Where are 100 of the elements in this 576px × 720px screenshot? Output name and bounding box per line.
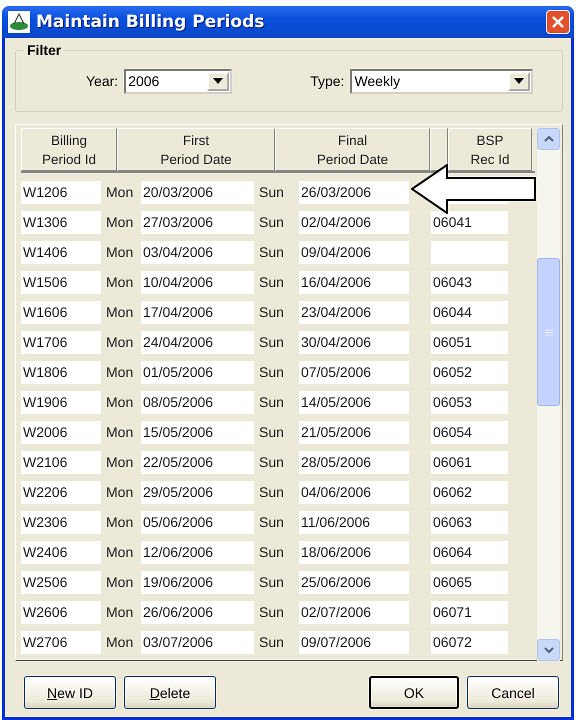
- date-field[interactable]: 08/05/2006: [141, 390, 254, 414]
- rec-id-field[interactable]: 06062: [431, 480, 508, 504]
- id-field[interactable]: W1406: [21, 240, 101, 264]
- date-field[interactable]: 02/07/2006: [299, 600, 409, 624]
- rec-id-field[interactable]: 06054: [431, 420, 508, 444]
- id-field[interactable]: W2106: [21, 450, 101, 474]
- date-field[interactable]: 28/05/2006: [299, 450, 409, 474]
- column-header[interactable]: Billing Period Id: [21, 128, 117, 171]
- date-field[interactable]: 19/06/2006: [141, 570, 254, 594]
- default-button[interactable]: OK: [369, 676, 459, 709]
- field-label: Year:: [86, 73, 118, 89]
- id-field[interactable]: W2306: [21, 510, 101, 534]
- date-field[interactable]: 07/05/2006: [299, 360, 409, 384]
- date-field[interactable]: 25/06/2006: [299, 570, 409, 594]
- date-field[interactable]: 01/05/2006: [141, 360, 254, 384]
- scroll-thumb[interactable]: [537, 258, 560, 406]
- date-field[interactable]: 02/04/2006: [299, 210, 409, 234]
- rec-id-field[interactable]: 06061: [431, 450, 508, 474]
- column-header[interactable]: First Period Date: [117, 128, 275, 171]
- id-field[interactable]: W1506: [21, 270, 101, 294]
- date-field[interactable]: 22/05/2006: [141, 450, 254, 474]
- date-field[interactable]: 04/06/2006: [299, 480, 409, 504]
- id-field[interactable]: W1206: [21, 180, 101, 204]
- rec-id-field[interactable]: 06041: [431, 210, 508, 234]
- day-label: Sun: [258, 544, 285, 560]
- day-label: Sun: [258, 244, 285, 260]
- rec-id-field[interactable]: 06071: [431, 600, 508, 624]
- date-field[interactable]: 21/05/2006: [299, 420, 409, 444]
- scroll-down-button[interactable]: [537, 639, 560, 661]
- day-label: Mon: [105, 634, 134, 650]
- day-label: Mon: [105, 214, 134, 230]
- id-field[interactable]: W2206: [21, 480, 101, 504]
- date-field[interactable]: 26/06/2006: [141, 600, 254, 624]
- id-field[interactable]: W2606: [21, 600, 101, 624]
- app-icon: [8, 11, 30, 33]
- date-field[interactable]: 11/06/2006: [299, 510, 409, 534]
- id-field[interactable]: W2706: [21, 630, 101, 654]
- rec-id-field[interactable]: 06051: [431, 330, 508, 354]
- day-label: Mon: [105, 514, 134, 530]
- window-title: Maintain Billing Periods: [36, 12, 266, 32]
- scroll-up-button[interactable]: [537, 128, 560, 150]
- date-field[interactable]: 17/04/2006: [141, 300, 254, 324]
- rec-id-field[interactable]: 06053: [431, 390, 508, 414]
- rec-id-field[interactable]: 06064: [431, 540, 508, 564]
- day-label: Sun: [258, 454, 285, 470]
- day-label: Sun: [258, 574, 285, 590]
- rec-id-field[interactable]: 06043: [431, 270, 508, 294]
- date-field[interactable]: 12/06/2006: [141, 540, 254, 564]
- date-field[interactable]: 03/04/2006: [141, 240, 254, 264]
- rec-id-field[interactable]: 06065: [431, 570, 508, 594]
- id-field[interactable]: W1306: [21, 210, 101, 234]
- chevron-down-icon: [544, 647, 554, 653]
- id-field[interactable]: W1806: [21, 360, 101, 384]
- day-label: Sun: [258, 184, 285, 200]
- date-field[interactable]: 09/07/2006: [299, 630, 409, 654]
- id-field[interactable]: W1706: [21, 330, 101, 354]
- dialog-button[interactable]: Cancel: [467, 676, 559, 709]
- date-field[interactable]: 09/04/2006: [299, 240, 409, 264]
- rec-id-field[interactable]: 06063: [431, 510, 508, 534]
- day-label: Sun: [258, 424, 285, 440]
- date-field[interactable]: 14/05/2006: [299, 390, 409, 414]
- date-field[interactable]: 20/03/2006: [141, 180, 254, 204]
- date-field[interactable]: 18/06/2006: [299, 540, 409, 564]
- day-label: Sun: [258, 304, 285, 320]
- date-field[interactable]: 05/06/2006: [141, 510, 254, 534]
- day-label: Mon: [105, 454, 134, 470]
- column-header[interactable]: Final Period Date: [275, 128, 430, 171]
- type-dropdown[interactable]: Weekly: [350, 68, 534, 94]
- close-button[interactable]: [546, 10, 570, 34]
- column-header[interactable]: BSP Rec Id: [448, 128, 532, 171]
- rec-id-field[interactable]: 06072: [431, 630, 508, 654]
- date-field[interactable]: 26/03/2006: [299, 180, 409, 204]
- id-field[interactable]: W2006: [21, 420, 101, 444]
- day-label: Mon: [105, 304, 134, 320]
- id-field[interactable]: W1606: [21, 300, 101, 324]
- rec-id-field[interactable]: [431, 240, 508, 264]
- id-field[interactable]: W2406: [21, 540, 101, 564]
- scrollbar[interactable]: [537, 128, 560, 661]
- id-field[interactable]: W2506: [21, 570, 101, 594]
- date-field[interactable]: 23/04/2006: [299, 300, 409, 324]
- id-field[interactable]: W1906: [21, 390, 101, 414]
- date-field[interactable]: 30/04/2006: [299, 330, 409, 354]
- date-field[interactable]: 16/04/2006: [299, 270, 409, 294]
- rec-id-field[interactable]: 06052: [431, 360, 508, 384]
- rec-id-field[interactable]: 06044: [431, 300, 508, 324]
- date-field[interactable]: 10/04/2006: [141, 270, 254, 294]
- date-field[interactable]: 24/04/2006: [141, 330, 254, 354]
- date-field[interactable]: 15/05/2006: [141, 420, 254, 444]
- date-field[interactable]: 27/03/2006: [141, 210, 254, 234]
- dialog-button[interactable]: Delete: [124, 676, 216, 709]
- day-label: Sun: [258, 394, 285, 410]
- day-label: Mon: [105, 364, 134, 380]
- dialog-button[interactable]: New ID: [24, 676, 116, 709]
- date-field[interactable]: 29/05/2006: [141, 480, 254, 504]
- date-field[interactable]: 03/07/2006: [141, 630, 254, 654]
- day-label: Mon: [105, 274, 134, 290]
- group-label: Filter: [24, 42, 64, 58]
- day-label: Sun: [258, 634, 285, 650]
- day-label: Mon: [105, 484, 134, 500]
- year-dropdown[interactable]: 2006: [124, 68, 232, 94]
